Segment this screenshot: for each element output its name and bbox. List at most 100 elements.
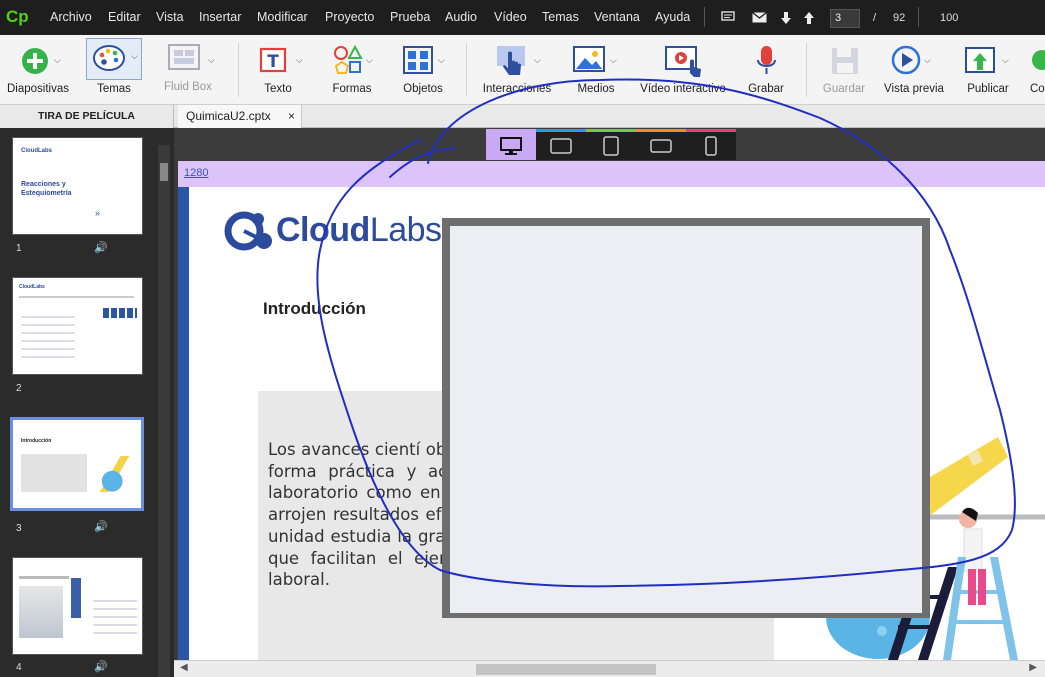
- audio-icon[interactable]: 🔊: [94, 660, 108, 673]
- phone-landscape-icon: [650, 139, 672, 153]
- medios-button[interactable]: ⌵ Medios: [568, 35, 624, 105]
- comment-icon[interactable]: [721, 11, 735, 23]
- interacciones-button[interactable]: ⌵ Interacciones: [478, 35, 556, 105]
- slide-thumb-2[interactable]: CloudLabs: [12, 277, 143, 375]
- menu-archivo[interactable]: Archivo: [50, 10, 92, 24]
- menu-proyecto[interactable]: Proyecto: [325, 10, 374, 24]
- grabar-button[interactable]: Grabar: [742, 35, 790, 105]
- slide-thumb-3[interactable]: Introducción: [10, 417, 144, 511]
- diapositivas-button[interactable]: ⌵ Diapositivas: [0, 35, 76, 105]
- guardar-button[interactable]: Guardar: [816, 35, 872, 105]
- breakpoint-ruler[interactable]: 1280: [178, 161, 1045, 187]
- grabar-label: Grabar: [748, 83, 784, 95]
- chevron-down-icon: ⌵: [208, 55, 215, 65]
- thumb-icons: [103, 308, 137, 318]
- scrollbar-thumb[interactable]: [476, 664, 656, 675]
- chevron-down-icon: ⌵: [610, 55, 617, 65]
- chevron-down-icon: ⌵: [54, 55, 61, 65]
- vista-previa-button[interactable]: ⌵ Vista previa: [880, 35, 948, 105]
- interactive-video-icon: [665, 46, 701, 77]
- shapes-icon: [334, 44, 363, 74]
- menu-modificar[interactable]: Modificar: [257, 10, 308, 24]
- save-icon: [832, 48, 858, 74]
- co-label: Co: [1030, 83, 1045, 95]
- diapositivas-label: Diapositivas: [7, 83, 69, 95]
- arrow-up-icon[interactable]: [803, 11, 815, 25]
- formas-button[interactable]: ⌵ Formas: [322, 35, 382, 105]
- video-interactivo-label: Vídeo interactivo: [640, 83, 726, 95]
- audio-icon[interactable]: 🔊: [94, 241, 108, 254]
- add-slide-icon: [22, 48, 48, 74]
- publish-icon: [965, 47, 995, 73]
- tablet-portrait-icon: [603, 136, 619, 156]
- filmstrip-header: TIRA DE PELÍCULA: [0, 105, 174, 128]
- phone-portrait-icon: [705, 136, 717, 156]
- objetos-button[interactable]: ⌵ Objetos: [394, 35, 452, 105]
- texto-label: Texto: [264, 83, 292, 95]
- device-phone-portrait[interactable]: [686, 129, 736, 160]
- breakpoint-label[interactable]: 1280: [184, 167, 208, 179]
- zoom-level[interactable]: 100: [940, 12, 958, 24]
- publicar-button[interactable]: ⌵ Publicar: [960, 35, 1016, 105]
- device-stripe: [536, 129, 586, 132]
- thumb-textbox: [21, 454, 87, 492]
- filmstrip-scrollbar[interactable]: [158, 145, 170, 677]
- slide-stage[interactable]: CloudLabs Introducción Los avances cient…: [178, 187, 1045, 660]
- device-stripe: [586, 129, 636, 132]
- page-separator: /: [873, 12, 877, 24]
- objects-icon: [403, 46, 433, 74]
- cloudlabs-logo-icon: [224, 211, 272, 251]
- mail-icon[interactable]: [752, 12, 767, 23]
- logo-light: Labs: [369, 211, 442, 249]
- device-preview-frame[interactable]: [442, 218, 930, 618]
- scrollbar-thumb[interactable]: [160, 163, 168, 181]
- texto-button[interactable]: T ⌵ Texto: [250, 35, 306, 105]
- arrow-down-icon[interactable]: [780, 11, 792, 25]
- image-icon: [573, 46, 605, 72]
- slide-thumb-1[interactable]: CloudLabs Reacciones y Estequiometría »: [12, 137, 143, 235]
- guardar-label: Guardar: [822, 83, 866, 95]
- device-desktop[interactable]: [486, 129, 536, 160]
- formas-label: Formas: [332, 83, 372, 95]
- temas-label-wrap: Temas: [86, 35, 142, 105]
- menu-insertar[interactable]: Insertar: [199, 10, 241, 24]
- device-tablet-landscape[interactable]: [536, 129, 586, 160]
- slide-heading[interactable]: Introducción: [263, 299, 366, 319]
- slide-number: 3: [16, 523, 22, 534]
- objetos-label: Objetos: [403, 83, 443, 95]
- device-phone-landscape[interactable]: [636, 129, 686, 160]
- menu-vista[interactable]: Vista: [156, 10, 184, 24]
- video-interactivo-button[interactable]: Vídeo interactivo: [636, 35, 730, 105]
- scroll-right-icon[interactable]: ▶: [1029, 662, 1037, 673]
- menu-ayuda[interactable]: Ayuda: [655, 10, 690, 24]
- thumb-list: [21, 310, 75, 358]
- menu-video[interactable]: Vídeo: [494, 10, 527, 24]
- device-preview-content[interactable]: [450, 226, 922, 613]
- page-number-input[interactable]: 3: [830, 9, 860, 28]
- menu-audio[interactable]: Audio: [445, 10, 477, 24]
- play-preview-icon: [891, 45, 921, 75]
- menu-ventana[interactable]: Ventana: [594, 10, 640, 24]
- menu-prueba[interactable]: Prueba: [390, 10, 430, 24]
- horizontal-scrollbar[interactable]: ◀ ▶: [174, 660, 1045, 677]
- device-tablet-portrait[interactable]: [586, 129, 636, 160]
- tab-quimicau2[interactable]: QuimicaU2.cptx ×: [178, 105, 302, 128]
- chevron-right-icon: »: [95, 208, 101, 218]
- menu-editar[interactable]: Editar: [108, 10, 141, 24]
- page-total: 92: [893, 12, 906, 24]
- co-button[interactable]: Co: [1026, 35, 1045, 105]
- slide-thumb-4[interactable]: [12, 557, 143, 655]
- slide-number: 2: [16, 383, 22, 394]
- close-icon[interactable]: ×: [288, 105, 295, 128]
- slide-left-bar: [178, 187, 189, 660]
- audio-icon[interactable]: 🔊: [94, 520, 108, 533]
- device-stripe: [686, 129, 736, 132]
- fluid-box-button[interactable]: ⌵ Fluid Box: [160, 35, 220, 95]
- filmstrip-panel: TIRA DE PELÍCULA CloudLabs Reacciones y …: [0, 105, 174, 677]
- scroll-left-icon[interactable]: ◀: [180, 662, 188, 673]
- tablet-landscape-icon: [550, 138, 572, 154]
- menu-temas[interactable]: Temas: [542, 10, 579, 24]
- toolbar-separator: [806, 43, 807, 97]
- cloudlabs-logo: CloudLabs: [276, 211, 442, 250]
- slide-number: 1: [16, 243, 22, 254]
